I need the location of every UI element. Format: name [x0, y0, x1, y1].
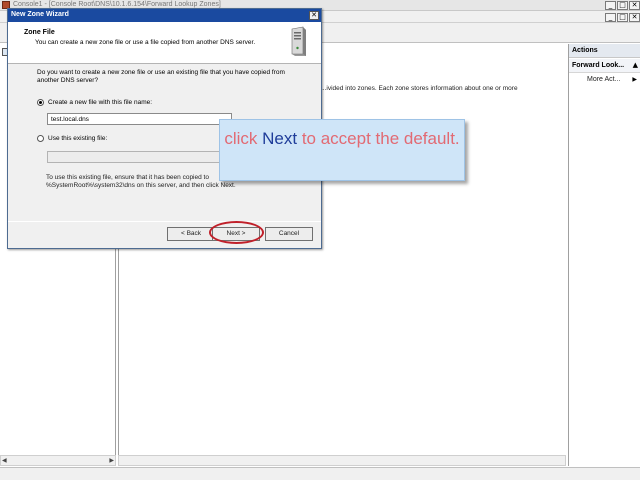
cancel-button[interactable]: Cancel: [265, 227, 313, 241]
use-existing-file-radio[interactable]: [37, 135, 44, 142]
create-new-file-label: Create a new file with this file name:: [48, 99, 153, 106]
close-button[interactable]: ✕: [629, 1, 640, 10]
maximize-button[interactable]: □: [617, 1, 628, 10]
callout-text-post: to accept the default.: [297, 129, 460, 148]
create-new-file-radio[interactable]: [37, 99, 44, 106]
actions-pane: Actions Forward Look... ▲ More Act... ▶: [568, 44, 640, 466]
child-restore-button[interactable]: □: [617, 13, 628, 22]
console-title: Console1 - [Console Root\DNS\10.1.6.154\…: [13, 1, 221, 8]
minimize-button[interactable]: _: [605, 1, 616, 10]
tree-horizontal-scrollbar[interactable]: ◀ ▶: [0, 455, 116, 466]
collapse-arrow-icon[interactable]: ▲: [633, 61, 638, 69]
actions-section-label: Forward Look...: [572, 62, 625, 69]
wizard-step-title: Zone File: [24, 29, 55, 36]
actions-header: Actions: [569, 44, 640, 58]
wizard-header: Zone File You can create a new zone file…: [8, 22, 321, 64]
tutorial-callout: click Next to accept the default.: [219, 119, 465, 181]
wizard-title-bar: New Zone Wizard ✕: [8, 9, 321, 22]
child-minimize-button[interactable]: _: [605, 13, 616, 22]
scroll-left-icon[interactable]: ◀: [2, 457, 7, 464]
back-button[interactable]: < Back: [167, 227, 215, 241]
button-separator: [8, 221, 321, 222]
scroll-right-icon[interactable]: ▶: [109, 457, 114, 464]
submenu-arrow-icon: ▶: [632, 76, 637, 83]
file-name-input[interactable]: test.local.dns: [47, 113, 232, 125]
actions-section-forward-lookup[interactable]: Forward Look... ▲: [569, 59, 640, 73]
use-existing-file-label: Use this existing file:: [48, 135, 108, 142]
more-actions-link[interactable]: More Act...: [587, 76, 620, 83]
server-icon: [291, 26, 306, 56]
next-button-highlight-circle: [209, 221, 264, 244]
child-close-button[interactable]: ✕: [629, 13, 640, 22]
callout-text-pre: click: [224, 129, 263, 148]
wizard-close-button[interactable]: ✕: [309, 11, 319, 20]
status-bar: [0, 467, 640, 480]
results-horizontal-scrollbar[interactable]: [118, 455, 566, 466]
wizard-title: New Zone Wizard: [11, 11, 69, 18]
callout-text-highlight: Next: [262, 129, 298, 148]
zones-description-text: ...ivided into zones. Each zone stores i…: [321, 85, 518, 92]
zone-file-question: Do you want to create a new zone file or…: [37, 69, 285, 84]
existing-file-input[interactable]: [47, 151, 247, 163]
wizard-step-subtitle: You can create a new zone file or use a …: [35, 39, 256, 46]
